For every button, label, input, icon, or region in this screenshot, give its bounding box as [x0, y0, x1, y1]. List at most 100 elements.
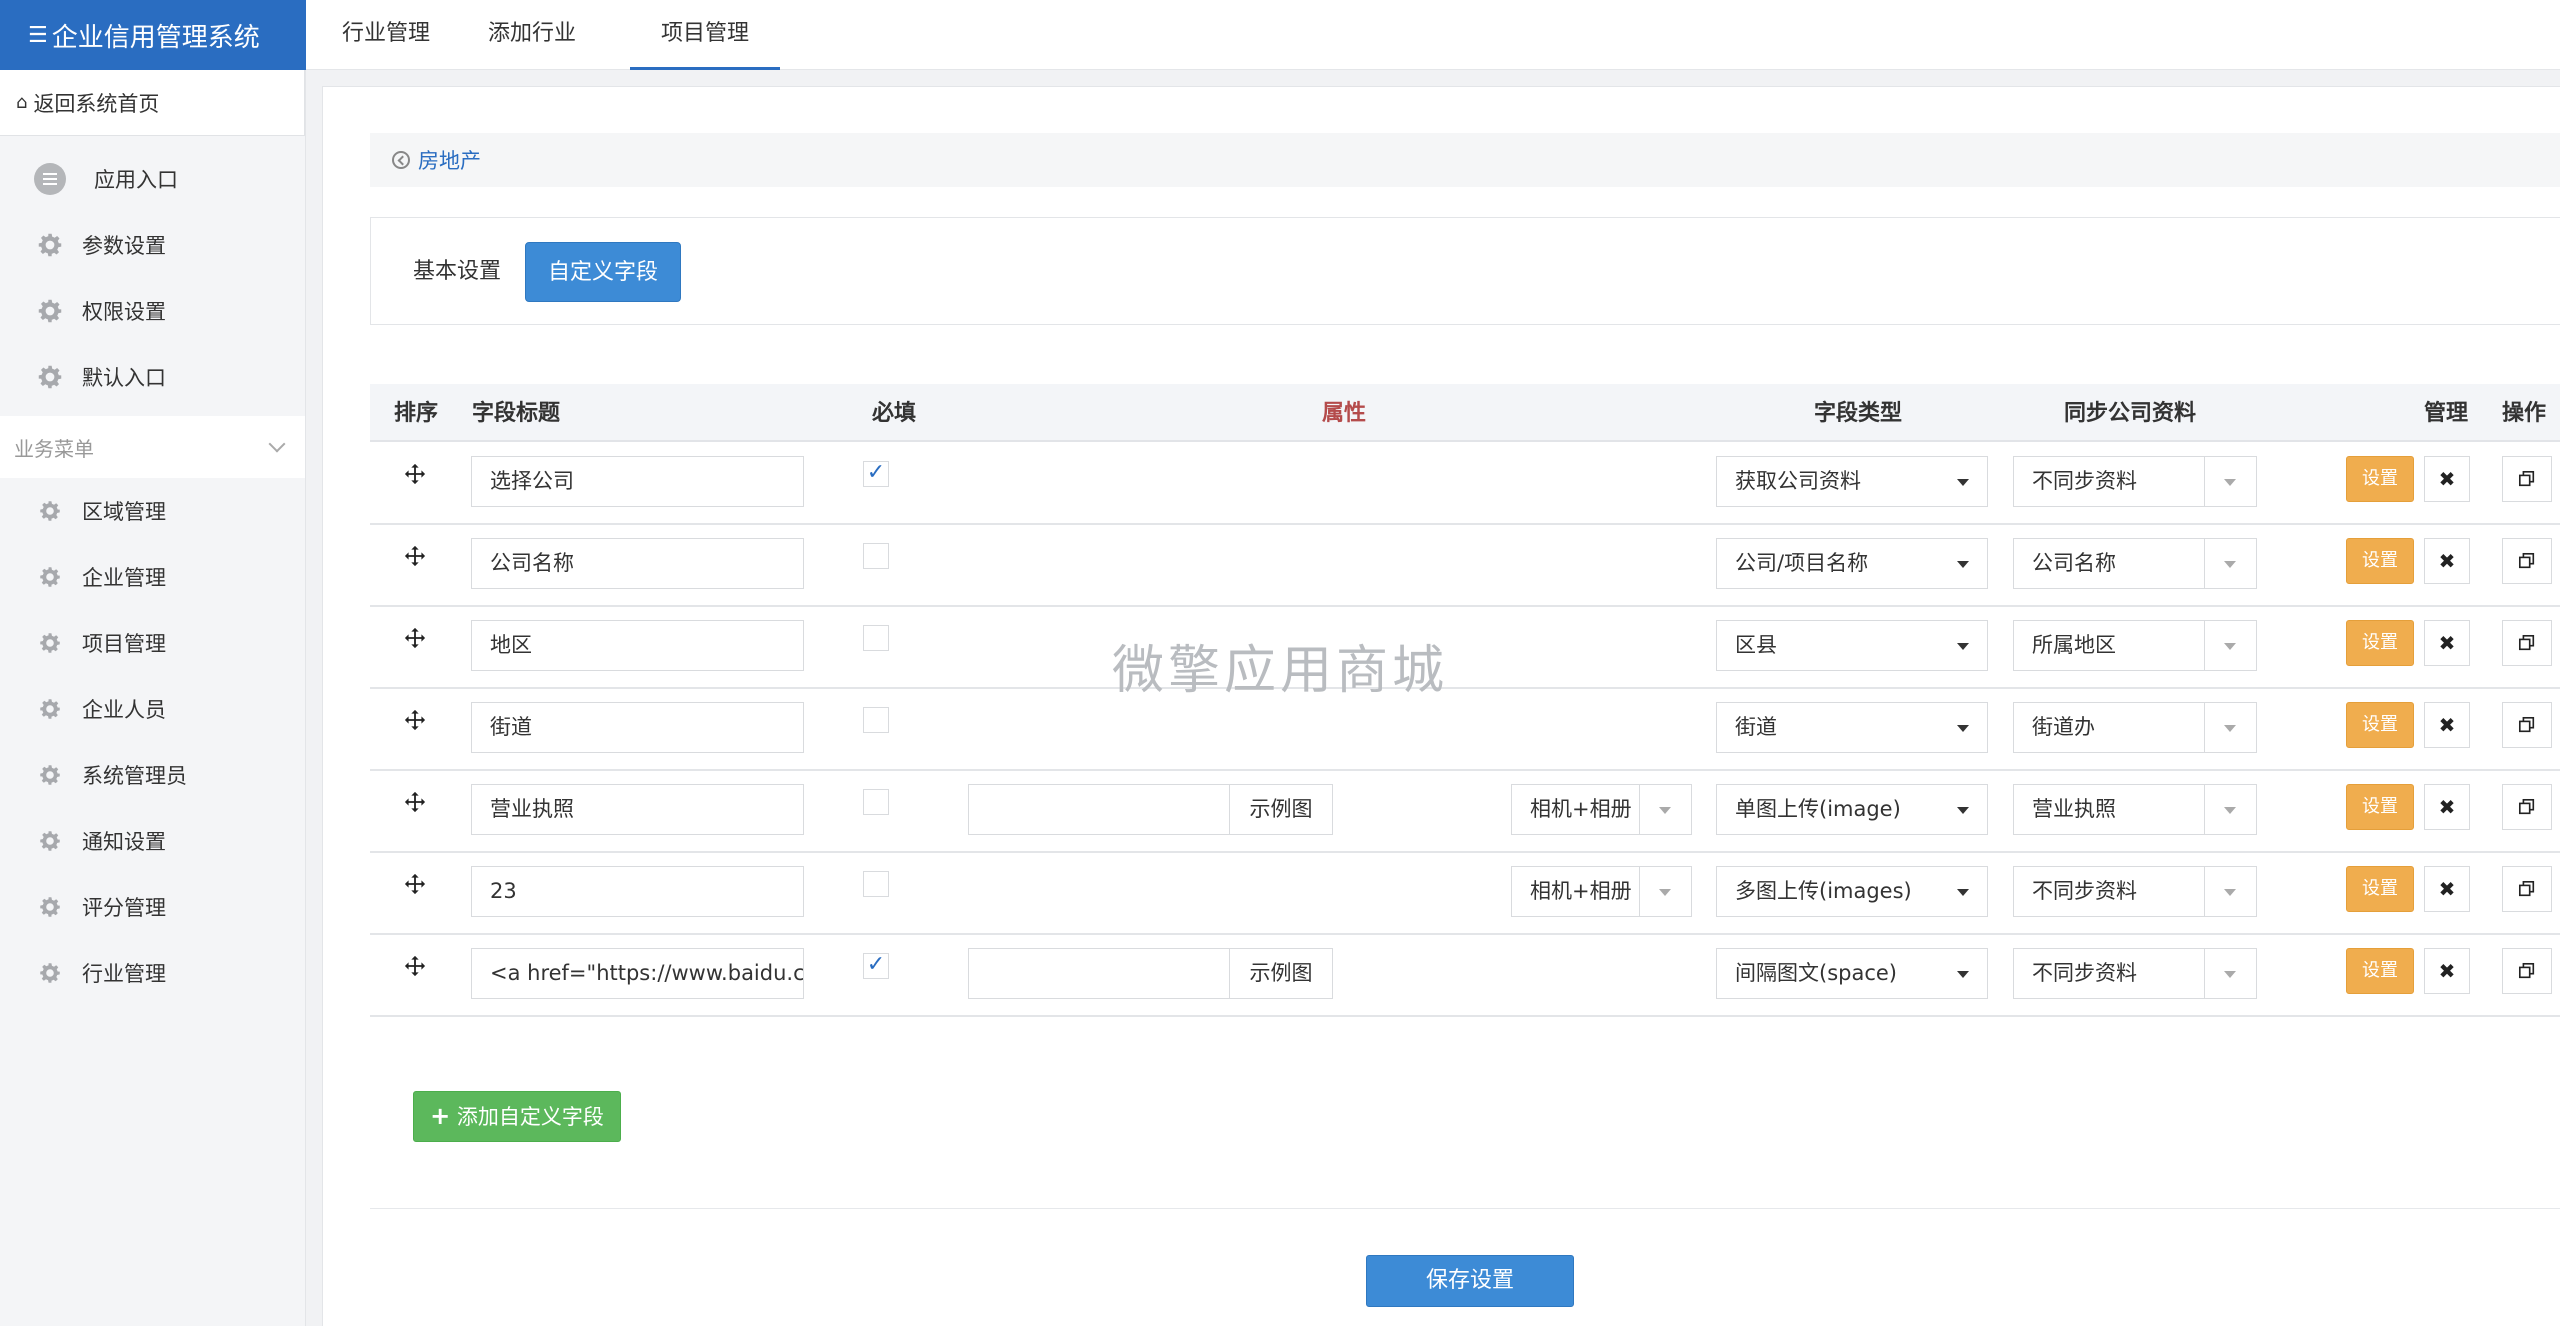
tab-add-industry[interactable]: 添加行业	[488, 0, 576, 70]
sync-select[interactable]: 不同步资料	[2013, 866, 2257, 917]
delete-button[interactable]: ✖	[2424, 702, 2470, 748]
copy-button[interactable]	[2502, 620, 2552, 666]
required-checkbox[interactable]	[863, 789, 889, 815]
copy-button[interactable]	[2502, 456, 2552, 502]
breadcrumb[interactable]: 房地产	[370, 133, 2560, 187]
settings-button[interactable]: 设置	[2346, 702, 2414, 748]
field-type-select[interactable]: 公司/项目名称	[1716, 538, 1988, 589]
save-settings-button[interactable]: 保存设置	[1366, 1255, 1574, 1307]
home-link[interactable]: ⌂ 返回系统首页	[0, 70, 305, 136]
plus-icon: +	[430, 1102, 451, 1130]
sidebar-item-default-entry[interactable]: 默认入口	[0, 344, 305, 410]
settings-button[interactable]: 设置	[2346, 456, 2414, 502]
caret-down-icon	[2204, 785, 2256, 834]
image-source-select[interactable]: 相机+相册	[1511, 866, 1692, 917]
example-image-button[interactable]: 示例图	[1229, 948, 1333, 999]
required-checkbox[interactable]: ✓	[863, 461, 889, 487]
field-type-select[interactable]: 获取公司资料	[1716, 456, 1988, 507]
sidebar-item-region[interactable]: 区域管理	[0, 478, 305, 544]
move-icon[interactable]	[404, 873, 426, 895]
required-checkbox[interactable]	[863, 625, 889, 651]
settings-button[interactable]: 设置	[2346, 866, 2414, 912]
copy-button[interactable]	[2502, 538, 2552, 584]
image-source-select[interactable]: 相机+相册	[1511, 784, 1692, 835]
delete-button[interactable]: ✖	[2424, 538, 2470, 584]
sync-select[interactable]: 街道办	[2013, 702, 2257, 753]
field-type-select[interactable]: 多图上传(images)	[1716, 866, 1988, 917]
settings-button[interactable]: 设置	[2346, 784, 2414, 830]
sidebar-item-enterprise[interactable]: 企业管理	[0, 544, 305, 610]
caret-down-icon	[1639, 867, 1691, 916]
copy-icon	[2518, 634, 2535, 651]
required-checkbox[interactable]	[863, 543, 889, 569]
tab-industry-manage[interactable]: 行业管理	[342, 0, 430, 70]
delete-button[interactable]: ✖	[2424, 866, 2470, 912]
header-sort: 排序	[394, 401, 439, 426]
move-icon[interactable]	[404, 545, 426, 567]
add-custom-field-button[interactable]: + 添加自定义字段	[413, 1091, 621, 1142]
field-type-select[interactable]: 间隔图文(space)	[1716, 948, 1988, 999]
app-brand[interactable]: ☰ 企业信用管理系统	[0, 0, 306, 70]
caret-down-icon	[2204, 457, 2256, 506]
field-title-input[interactable]: 公司名称	[471, 538, 804, 589]
sidebar-item-permissions[interactable]: 权限设置	[0, 278, 305, 344]
sync-select[interactable]: 公司名称	[2013, 538, 2257, 589]
field-type-select[interactable]: 单图上传(image)	[1716, 784, 1988, 835]
field-title-input[interactable]: <a href="https://www.baidu.c	[471, 948, 804, 999]
sync-select[interactable]: 营业执照	[2013, 784, 2257, 835]
sidebar-item-label: 评分管理	[82, 896, 166, 920]
header-sync: 同步公司资料	[2064, 401, 2197, 426]
delete-button[interactable]: ✖	[2424, 948, 2470, 994]
move-icon[interactable]	[404, 709, 426, 731]
settings-button[interactable]: 设置	[2346, 948, 2414, 994]
menu-icon[interactable]: ☰	[28, 23, 48, 48]
move-icon[interactable]	[404, 463, 426, 485]
tab-project-manage[interactable]: 项目管理	[630, 0, 780, 70]
delete-button[interactable]: ✖	[2424, 456, 2470, 502]
field-title-input[interactable]: 地区	[471, 620, 804, 671]
delete-button[interactable]: ✖	[2424, 784, 2470, 830]
settings-button[interactable]: 设置	[2346, 620, 2414, 666]
move-icon[interactable]	[404, 791, 426, 813]
required-checkbox[interactable]	[863, 707, 889, 733]
move-icon[interactable]	[404, 627, 426, 649]
gear-icon	[34, 561, 66, 593]
field-title-input[interactable]: 选择公司	[471, 456, 804, 507]
sync-select[interactable]: 不同步资料	[2013, 948, 2257, 999]
example-image-input[interactable]	[968, 948, 1230, 999]
sync-value: 所属地区	[2032, 633, 2116, 657]
example-image-button[interactable]: 示例图	[1229, 784, 1333, 835]
sidebar-item-sysadmin[interactable]: 系统管理员	[0, 742, 305, 808]
sidebar-group-business[interactable]: 业务菜单	[0, 416, 305, 478]
sidebar-item-app-entry[interactable]: 应用入口	[0, 146, 305, 212]
example-image-input[interactable]	[968, 784, 1230, 835]
sync-select[interactable]: 所属地区	[2013, 620, 2257, 671]
sidebar-item-project[interactable]: 项目管理	[0, 610, 305, 676]
required-checkbox[interactable]	[863, 871, 889, 897]
sidebar-item-notify[interactable]: 通知设置	[0, 808, 305, 874]
field-title-input[interactable]: 街道	[471, 702, 804, 753]
delete-button[interactable]: ✖	[2424, 620, 2470, 666]
sidebar-item-staff[interactable]: 企业人员	[0, 676, 305, 742]
move-icon[interactable]	[404, 955, 426, 977]
copy-button[interactable]	[2502, 702, 2552, 748]
top-nav: 行业管理 添加行业 项目管理	[306, 0, 2560, 70]
field-type-select[interactable]: 区县	[1716, 620, 1988, 671]
sidebar-item-score[interactable]: 评分管理	[0, 874, 305, 940]
sidebar-item-industry[interactable]: 行业管理	[0, 940, 305, 1006]
copy-button[interactable]	[2502, 784, 2552, 830]
sync-select[interactable]: 不同步资料	[2013, 456, 2257, 507]
required-checkbox[interactable]: ✓	[863, 953, 889, 979]
copy-button[interactable]	[2502, 948, 2552, 994]
home-icon: ⌂	[16, 92, 28, 113]
sidebar-item-params[interactable]: 参数设置	[0, 212, 305, 278]
field-title-input[interactable]: 23	[471, 866, 804, 917]
field-type-select[interactable]: 街道	[1716, 702, 1988, 753]
copy-button[interactable]	[2502, 866, 2552, 912]
tab-basic-settings[interactable]: 基本设置	[391, 242, 523, 302]
caret-down-icon	[1957, 971, 1969, 978]
settings-button[interactable]: 设置	[2346, 538, 2414, 584]
field-title-input[interactable]: 营业执照	[471, 784, 804, 835]
tab-custom-fields[interactable]: 自定义字段	[525, 242, 682, 302]
sidebar: ⌂ 返回系统首页 应用入口 参数设置 权限设置 默认入口 业务菜单 区域管理 企…	[0, 70, 306, 1326]
